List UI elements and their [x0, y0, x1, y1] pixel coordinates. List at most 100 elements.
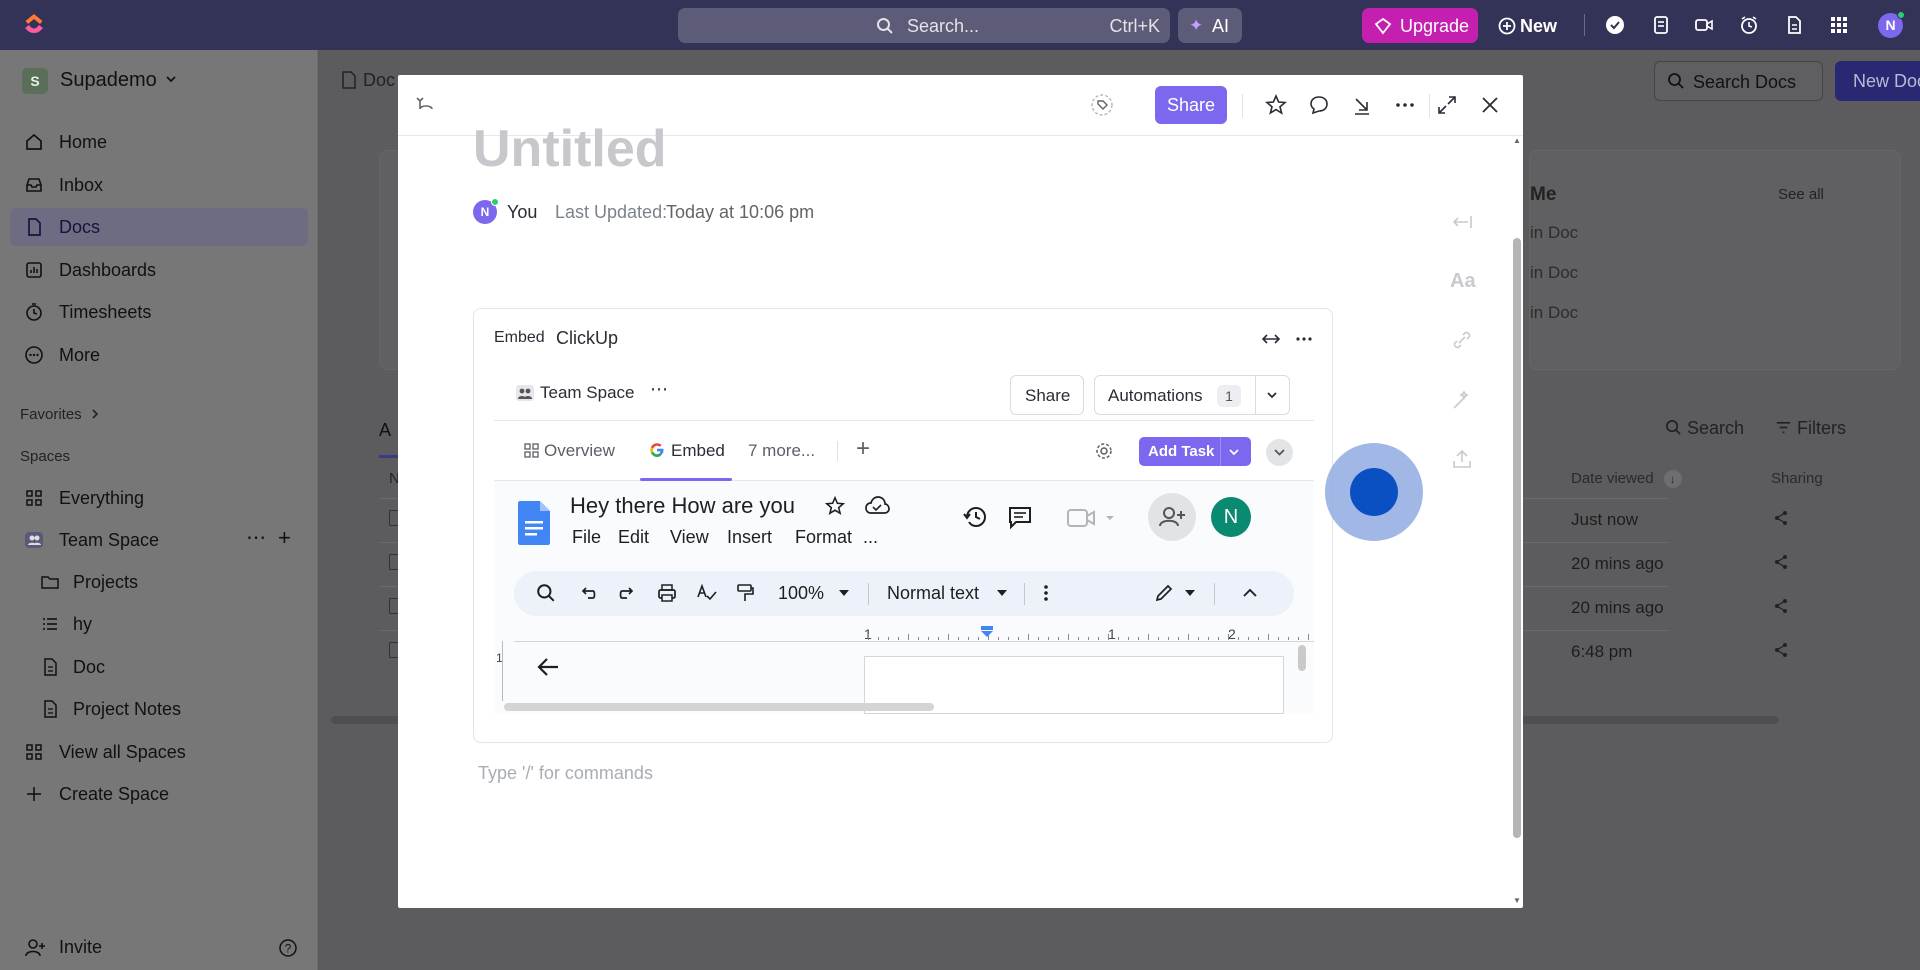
sidebar-item-project-notes[interactable]: Project Notes: [10, 690, 308, 728]
zoom-select[interactable]: 100%: [778, 583, 824, 604]
alarm-clock-icon[interactable]: [1738, 14, 1760, 36]
spellcheck-icon[interactable]: [696, 583, 718, 603]
sidebar-item-create-space[interactable]: Create Space: [10, 775, 308, 813]
doc-title[interactable]: Untitled: [473, 119, 667, 179]
ai-button[interactable]: ✦ AI: [1178, 8, 1242, 43]
horizontal-scrollbar-thumb[interactable]: [504, 703, 934, 711]
add-task-button[interactable]: Add Task: [1139, 437, 1251, 466]
collapse-toggle[interactable]: [1266, 439, 1293, 466]
search-icon[interactable]: [536, 583, 556, 603]
star-icon[interactable]: [824, 495, 846, 517]
upgrade-button[interactable]: Upgrade: [1362, 8, 1478, 43]
gdoc-menu-more[interactable]: ...: [863, 527, 878, 548]
filters-button[interactable]: Filters: [1775, 418, 1846, 439]
document-icon[interactable]: [1783, 14, 1805, 36]
gdoc-user-avatar[interactable]: N: [1211, 497, 1251, 537]
star-icon[interactable]: [1264, 93, 1288, 117]
caret-down-icon[interactable]: [838, 589, 850, 597]
expand-icon[interactable]: [1435, 93, 1459, 117]
global-search-input[interactable]: Search... Ctrl+K: [678, 8, 1170, 43]
embed-block[interactable]: Embed ClickUp Team Space ⋯ Share Automat…: [473, 308, 1333, 743]
paragraph-style-select[interactable]: Normal text: [887, 583, 979, 604]
card-row[interactable]: in Doc: [1530, 263, 1578, 283]
scrollbar-thumb[interactable]: [1513, 238, 1521, 838]
video-record-icon[interactable]: [1693, 14, 1715, 36]
collapse-left-icon[interactable]: [1450, 210, 1474, 234]
new-button[interactable]: New: [1498, 8, 1568, 43]
clickup-logo-icon[interactable]: [22, 12, 46, 36]
check-circle-icon[interactable]: [1604, 14, 1626, 36]
scroll-down-icon[interactable]: ▼: [1513, 896, 1521, 905]
notepad-icon[interactable]: [1650, 14, 1672, 36]
sidebar-item-everything[interactable]: Everything: [10, 479, 308, 517]
author-avatar[interactable]: N: [473, 198, 499, 224]
gdoc-menu-edit[interactable]: Edit: [618, 527, 649, 548]
more-options-icon[interactable]: [1393, 93, 1417, 117]
sidebar-item-inbox[interactable]: Inbox: [10, 166, 308, 204]
list-search-button[interactable]: Search: [1665, 418, 1744, 439]
indent-marker-icon[interactable]: [980, 626, 994, 638]
link-icon[interactable]: [1450, 328, 1474, 352]
tab-more[interactable]: 7 more...: [748, 441, 815, 461]
edit-pencil-icon[interactable]: [1154, 583, 1176, 603]
sidebar-item-projects[interactable]: Projects: [10, 563, 308, 601]
gdoc-menu-format[interactable]: Format: [795, 527, 852, 548]
share-icon[interactable]: [1773, 598, 1789, 614]
paint-format-icon[interactable]: [735, 583, 755, 603]
restore-icon[interactable]: [414, 93, 438, 117]
comments-icon[interactable]: [1006, 503, 1034, 531]
gdoc-title[interactable]: Hey there How are you: [570, 493, 795, 519]
tab-overview[interactable]: Overview: [524, 441, 615, 461]
invite-button[interactable]: Invite ?: [10, 928, 308, 966]
modal-scrollbar[interactable]: ▲ ▼: [1511, 136, 1523, 908]
gdoc-menu-insert[interactable]: Insert: [727, 527, 772, 548]
share-icon[interactable]: [1773, 510, 1789, 526]
close-icon[interactable]: [1478, 93, 1502, 117]
space-options-icon[interactable]: ⋯: [246, 525, 266, 550]
more-vertical-icon[interactable]: [1042, 583, 1050, 603]
search-docs-button[interactable]: Search Docs: [1654, 61, 1823, 101]
vertical-scrollbar-thumb[interactable]: [1298, 645, 1306, 671]
cloud-saved-icon[interactable]: [864, 495, 890, 517]
space-options-icon[interactable]: ⋯: [650, 379, 668, 400]
resize-horizontal-icon[interactable]: [1261, 329, 1281, 349]
share-person-button[interactable]: [1148, 493, 1196, 541]
share-icon[interactable]: [1773, 642, 1789, 658]
help-icon[interactable]: ?: [278, 938, 298, 958]
see-all-link[interactable]: See all: [1778, 186, 1824, 203]
chevron-up-icon[interactable]: [1241, 583, 1259, 603]
sidebar-item-view-all-spaces[interactable]: View all Spaces: [10, 733, 308, 771]
back-arrow-icon[interactable]: [536, 656, 562, 678]
card-row[interactable]: in Doc: [1530, 223, 1578, 243]
meet-camera-icon[interactable]: [1066, 507, 1116, 529]
tag-icon[interactable]: [1090, 93, 1114, 117]
undo-icon[interactable]: [578, 583, 598, 603]
more-options-icon[interactable]: [1294, 329, 1314, 349]
sidebar-item-team-space[interactable]: Team Space ⋯ +: [10, 521, 308, 559]
tab-all[interactable]: A: [379, 420, 391, 441]
new-doc-button[interactable]: New Doc: [1835, 61, 1920, 101]
history-icon[interactable]: [962, 503, 990, 531]
gear-icon[interactable]: [1094, 441, 1114, 461]
gdoc-menu-file[interactable]: File: [572, 527, 601, 548]
add-view-icon[interactable]: +: [856, 435, 870, 463]
chevron-down-icon[interactable]: [1265, 388, 1279, 402]
automations-button[interactable]: Automations 1: [1094, 375, 1290, 415]
tab-embed[interactable]: Embed: [649, 441, 725, 461]
minimize-icon[interactable]: [1350, 93, 1374, 117]
scroll-up-icon[interactable]: ▲: [1513, 136, 1521, 145]
text-format-icon[interactable]: Aa: [1450, 270, 1476, 294]
gdoc-menu-view[interactable]: View: [670, 527, 709, 548]
caret-down-icon[interactable]: [996, 589, 1008, 597]
print-icon[interactable]: [656, 583, 678, 603]
sidebar-item-home[interactable]: Home: [10, 123, 308, 161]
magic-wand-icon[interactable]: [1450, 388, 1474, 412]
chevron-down-icon[interactable]: [1227, 445, 1241, 459]
card-row[interactable]: in Doc: [1530, 303, 1578, 323]
sidebar-item-more[interactable]: More: [10, 336, 308, 374]
apps-grid-icon[interactable]: [1828, 14, 1850, 36]
share-icon[interactable]: [1773, 554, 1789, 570]
sidebar-item-hy[interactable]: hy: [10, 605, 308, 643]
breadcrumb[interactable]: Doc: [341, 70, 395, 91]
redo-icon[interactable]: [617, 583, 637, 603]
